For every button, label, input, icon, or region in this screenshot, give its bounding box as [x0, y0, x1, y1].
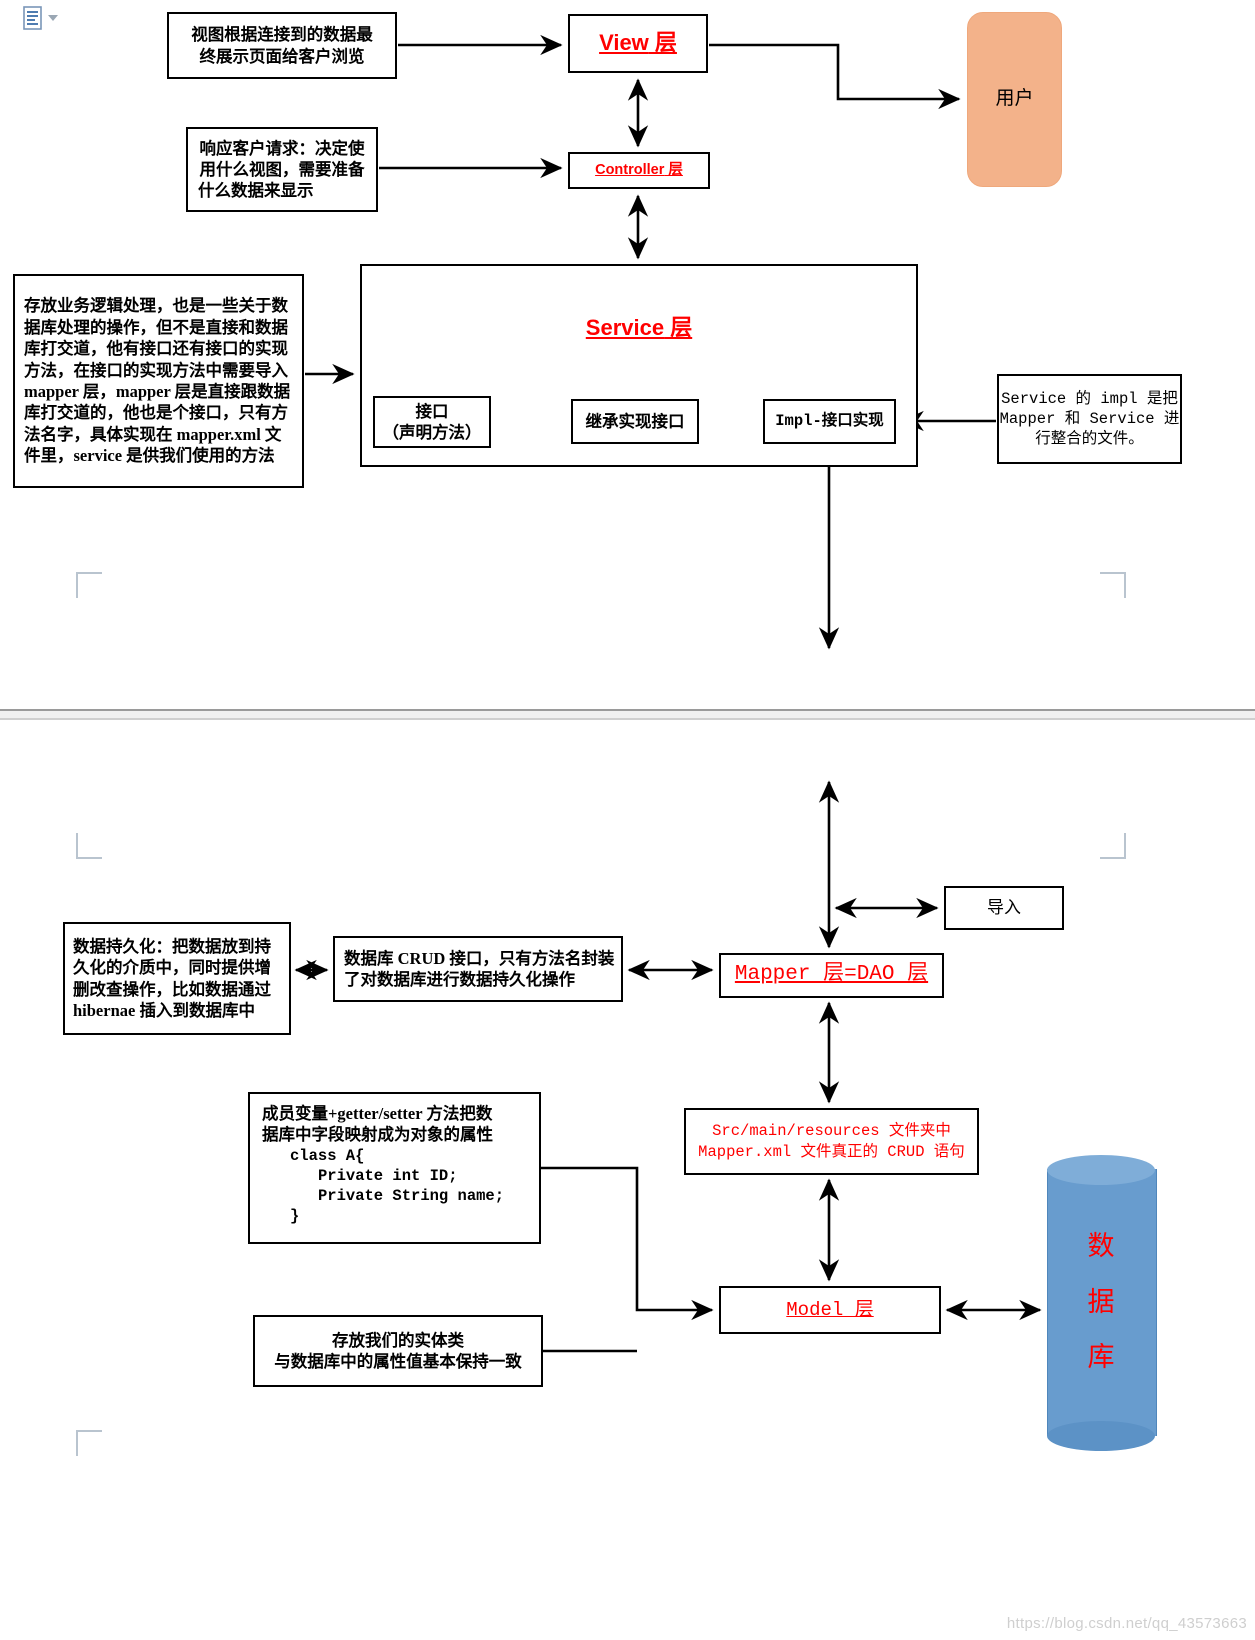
crud-line1: 数据库 CRUD 接口，只有方法名封装: [344, 948, 615, 968]
import-label: 导入: [987, 898, 1021, 918]
inherit-implement-interface-box[interactable]: 继承实现接口: [571, 399, 699, 444]
class-code-line1: class A{: [290, 1146, 365, 1165]
persist-line2: 久化的介质中，同时提供增: [73, 958, 271, 978]
page-break-separator: [0, 706, 1255, 726]
crud-line2: 了对数据库进行数据持久化操作: [344, 970, 575, 989]
interface-line2: （声明方法）: [382, 423, 482, 442]
service-layer-suffix: 层: [664, 315, 693, 340]
persist-line4: hibernae 插入到数据库中: [73, 1000, 255, 1020]
view-layer-label: View 层: [599, 29, 677, 57]
user-box: 用户: [967, 12, 1062, 187]
resources-line1: Src/main/resources 文件夹中: [712, 1122, 951, 1141]
crop-mark-top-left: [76, 572, 102, 598]
impl-label: Impl-接口实现: [775, 411, 884, 430]
impl-desc-line2: Mapper 和 Service 进: [999, 409, 1180, 428]
mapper-layer-label: Mapper 层=DAO 层: [734, 963, 929, 987]
controller-desc-line3: 什么数据来显示: [198, 181, 314, 201]
persist-line1: 数据持久化：把数据放到持: [73, 936, 271, 956]
class-desc-line2: 据库中字段映射成为对象的属性: [262, 1125, 493, 1145]
interface-line1: 接口: [415, 401, 449, 421]
service-desc-line7: 法名字，具体实现在 mapper.xml 文: [24, 424, 282, 444]
crop-mark-bottom-right: [1100, 833, 1126, 859]
entity-class-description-box: 存放我们的实体类 与数据库中的属性值基本保持一致: [253, 1315, 543, 1387]
database-cylinder: 数 据 库: [1047, 1155, 1157, 1451]
content-layer: 视图根据连接到的数据最 终展示页面给客户浏览 View 层 用户 响应客户请求：…: [0, 0, 1255, 1640]
database-char-3: 库: [1087, 1342, 1115, 1373]
resources-line2: Mapper.xml 文件真正的 CRUD 语句: [698, 1142, 965, 1161]
watermark-url: https://blog.csdn.net/qq_43573663: [1006, 1615, 1247, 1632]
service-layer-title: Service 层: [586, 314, 692, 342]
service-desc-line1: 存放业务逻辑处理，也是一些关于数: [24, 296, 288, 316]
view-desc-line2: 终展示页面给客户浏览: [199, 46, 365, 66]
class-desc-line1: 成员变量+getter/setter 方法把数: [262, 1104, 493, 1123]
controller-layer-box[interactable]: Controller 层: [568, 152, 710, 189]
crop-mark-lower-left: [76, 1430, 102, 1456]
service-desc-line3: 库打交道，他有接口还有接口的实现: [24, 339, 288, 359]
persist-line3: 删改查操作，比如数据通过: [73, 979, 271, 999]
controller-desc-line2: 用什么视图，需要准备: [199, 159, 365, 179]
document-icon[interactable]: [20, 5, 72, 31]
database-char-2: 据: [1087, 1286, 1115, 1317]
database-char-1: 数: [1087, 1231, 1115, 1262]
service-interface-box[interactable]: 接口 （声明方法）: [373, 396, 491, 448]
view-description-box: 视图根据连接到的数据最 终展示页面给客户浏览: [167, 12, 397, 79]
crop-mark-bottom-left: [76, 833, 102, 859]
service-desc-line6: 库打交道的，他也是个接口，只有方: [24, 403, 288, 423]
service-layer-name: Service: [585, 315, 665, 340]
crop-mark-top-right: [1100, 572, 1126, 598]
view-desc-line1: 视图根据连接到的数据最: [191, 25, 373, 45]
diagram-page: 视图根据连接到的数据最 终展示页面给客户浏览 View 层 用户 响应客户请求：…: [0, 0, 1255, 1640]
model-layer-box[interactable]: Model 层: [719, 1286, 941, 1334]
database-label: 数 据 库: [1047, 1155, 1155, 1450]
view-layer-box[interactable]: View 层: [568, 14, 708, 73]
service-desc-line4: 方法，在接口的实现方法中需要导入: [24, 360, 288, 380]
class-code-line3: Private String name;: [318, 1187, 505, 1206]
service-desc-line8: 件里，service 是供我们使用的方法: [24, 446, 275, 466]
mapper-layer-box[interactable]: Mapper 层=DAO 层: [719, 953, 944, 998]
import-box[interactable]: 导入: [944, 886, 1064, 930]
resources-mapper-xml-box: Src/main/resources 文件夹中 Mapper.xml 文件真正的…: [684, 1108, 979, 1175]
inherit-label: 继承实现接口: [585, 411, 685, 431]
controller-layer-label: Controller 层: [595, 161, 683, 180]
service-description-box: 存放业务逻辑处理，也是一些关于数 据库处理的操作，但不是直接和数据 库打交道，他…: [13, 274, 304, 488]
controller-description-box: 响应客户请求：决定使 用什么视图，需要准备 什么数据来显示: [186, 127, 378, 212]
crud-description-box: 数据库 CRUD 接口，只有方法名封装 了对数据库进行数据持久化操作: [333, 936, 623, 1002]
class-code-line2: Private int ID;: [318, 1167, 458, 1186]
user-label: 用户: [995, 88, 1034, 110]
class-code-line4: }: [290, 1207, 300, 1226]
entity-line2: 与数据库中的属性值基本保持一致: [274, 1352, 522, 1371]
view-layer-suffix: 层: [648, 30, 677, 56]
entity-line1: 存放我们的实体类: [332, 1330, 464, 1350]
impl-description-box: Service 的 impl 是把 Mapper 和 Service 进 行整合…: [997, 374, 1182, 464]
controller-layer-suffix: 层: [664, 162, 683, 179]
service-desc-line5: mapper 层，mapper 层是直接跟数据: [24, 382, 291, 401]
impl-interface-box[interactable]: Impl-接口实现: [763, 399, 896, 444]
class-mapping-description-box: 成员变量+getter/setter 方法把数 据库中字段映射成为对象的属性 c…: [248, 1092, 541, 1244]
model-layer-label: Model 层: [786, 1298, 874, 1321]
controller-layer-name: Controller: [595, 162, 665, 179]
view-layer-name: View: [599, 30, 649, 56]
persistence-description-box: 数据持久化：把数据放到持 久化的介质中，同时提供增 删改查操作，比如数据通过 h…: [63, 922, 291, 1035]
service-desc-line2: 据库处理的操作，但不是直接和数据: [24, 317, 288, 337]
controller-desc-line1: 响应客户请求：决定使: [199, 138, 365, 158]
impl-desc-line3: 行整合的文件。: [1035, 430, 1144, 449]
impl-desc-line1: Service 的 impl 是把: [1001, 389, 1178, 408]
